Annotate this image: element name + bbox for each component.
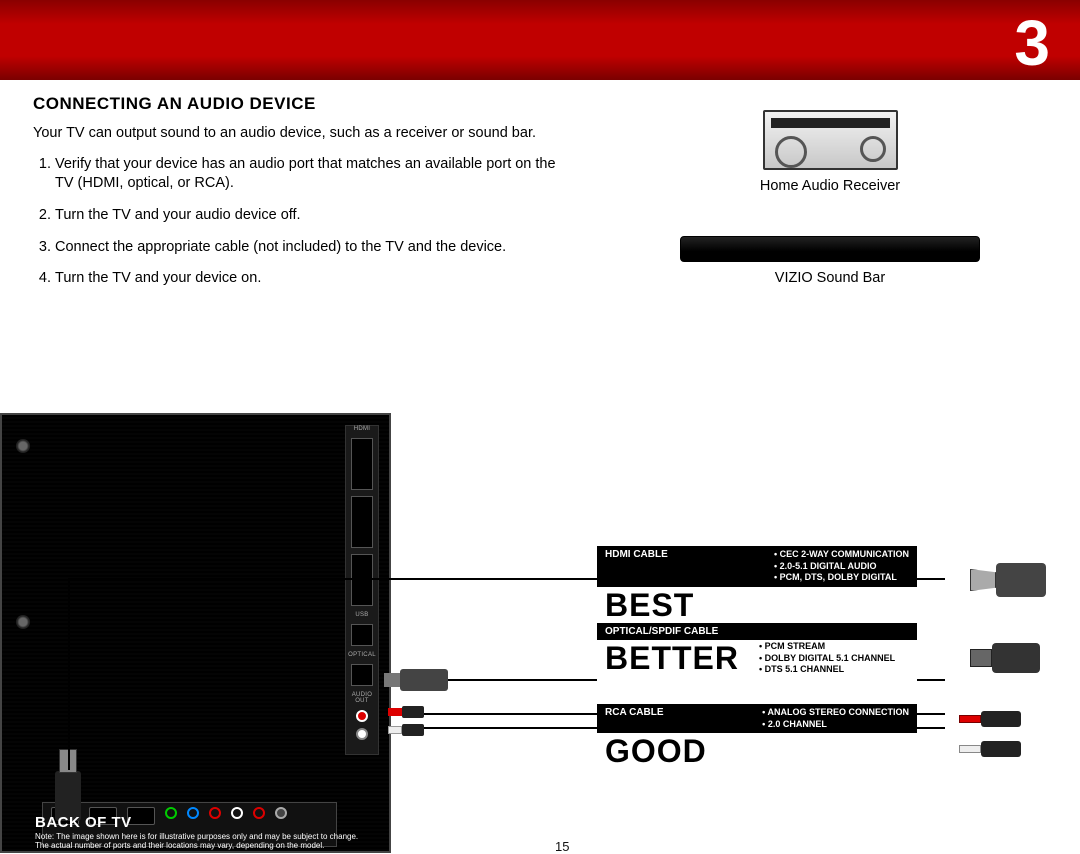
- cable-line: [68, 578, 70, 770]
- port-label-optical: OPTICAL: [346, 652, 378, 658]
- port-label-hdmi: HDMI: [346, 426, 378, 432]
- rca-port-red: [356, 710, 368, 722]
- port-label-usb: USB: [346, 612, 378, 618]
- component-port: [165, 807, 177, 819]
- usb-port: [351, 624, 373, 646]
- connection-diagram: HDMI USB OPTICAL AUDIO OUT: [0, 413, 1080, 853]
- steps-list: Verify that your device has an audio por…: [33, 155, 563, 289]
- optical-connector-icon: [970, 643, 1050, 683]
- component-port: [187, 807, 199, 819]
- coax-port: [275, 807, 287, 819]
- soundbar-illustration: [680, 236, 980, 262]
- step-item: Turn the TV and your device on.: [55, 269, 563, 289]
- receiver-illustration: [763, 110, 898, 170]
- receiver-label: Home Audio Receiver: [680, 178, 980, 194]
- hdmi-port: [351, 438, 373, 490]
- cable-type-label: OPTICAL/SPDIF CABLE: [605, 626, 718, 637]
- component-port: [253, 807, 265, 819]
- step-item: Turn the TV and your audio device off.: [55, 206, 563, 226]
- page-body: CONNECTING AN AUDIO DEVICE Your TV can o…: [0, 80, 1080, 834]
- soundbar-label: VIZIO Sound Bar: [680, 270, 980, 286]
- tv-side-port-panel: HDMI USB OPTICAL AUDIO OUT: [345, 425, 379, 755]
- hdmi-connector-icon: [970, 563, 1050, 603]
- rating-label: GOOD: [597, 733, 917, 770]
- cable-type-label: RCA CABLE: [605, 707, 664, 730]
- step-item: Connect the appropriate cable (not inclu…: [55, 238, 563, 258]
- rca-connector-pair-icon: [960, 709, 1050, 765]
- optical-port: [351, 664, 373, 686]
- hdmi-port: [351, 554, 373, 606]
- devices-column: Home Audio Receiver VIZIO Sound Bar: [680, 110, 980, 286]
- feature-bullet: DOLBY DIGITAL 5.1 CHANNEL: [765, 653, 896, 663]
- rca-plug-pair-icon: [388, 706, 424, 736]
- feature-bullet: DTS 5.1 CHANNEL: [765, 664, 845, 674]
- feature-bullet: PCM STREAM: [765, 641, 826, 651]
- back-of-tv-label: BACK OF TV: [35, 814, 132, 831]
- chapter-banner: 3: [0, 0, 1080, 80]
- feature-bullet: ANALOG STEREO CONNECTION: [767, 707, 909, 717]
- step-item: Verify that your device has an audio por…: [55, 155, 563, 194]
- cable-type-label: HDMI CABLE: [605, 549, 668, 584]
- page-number: 15: [555, 839, 569, 854]
- hdmi-port: [351, 496, 373, 548]
- feature-bullet: 2.0-5.1 DIGITAL AUDIO: [780, 561, 877, 571]
- feature-bullet: CEC 2-WAY COMMUNICATION: [780, 549, 909, 559]
- quality-tag-best: HDMI CABLE • CEC 2-WAY COMMUNICATION • 2…: [597, 546, 917, 624]
- footnote: Note: The image shown here is for illust…: [35, 832, 555, 851]
- rca-port-white: [356, 728, 368, 740]
- quality-tag-better: OPTICAL/SPDIF CABLE BETTER • PCM STREAM …: [597, 623, 917, 681]
- chapter-number: 3: [1014, 6, 1050, 80]
- optical-plug-icon: [400, 669, 448, 691]
- intro-text: Your TV can output sound to an audio dev…: [33, 124, 563, 143]
- rating-label: BEST: [597, 587, 917, 624]
- component-port: [209, 807, 221, 819]
- quality-tag-good: RCA CABLE • ANALOG STEREO CONNECTION • 2…: [597, 704, 917, 770]
- feature-bullet: PCM, DTS, DOLBY DIGITAL: [780, 572, 897, 582]
- port-label-audio-out: AUDIO OUT: [346, 692, 378, 704]
- rating-label: BETTER: [605, 640, 739, 677]
- component-port: [231, 807, 243, 819]
- feature-bullet: 2.0 CHANNEL: [768, 719, 827, 729]
